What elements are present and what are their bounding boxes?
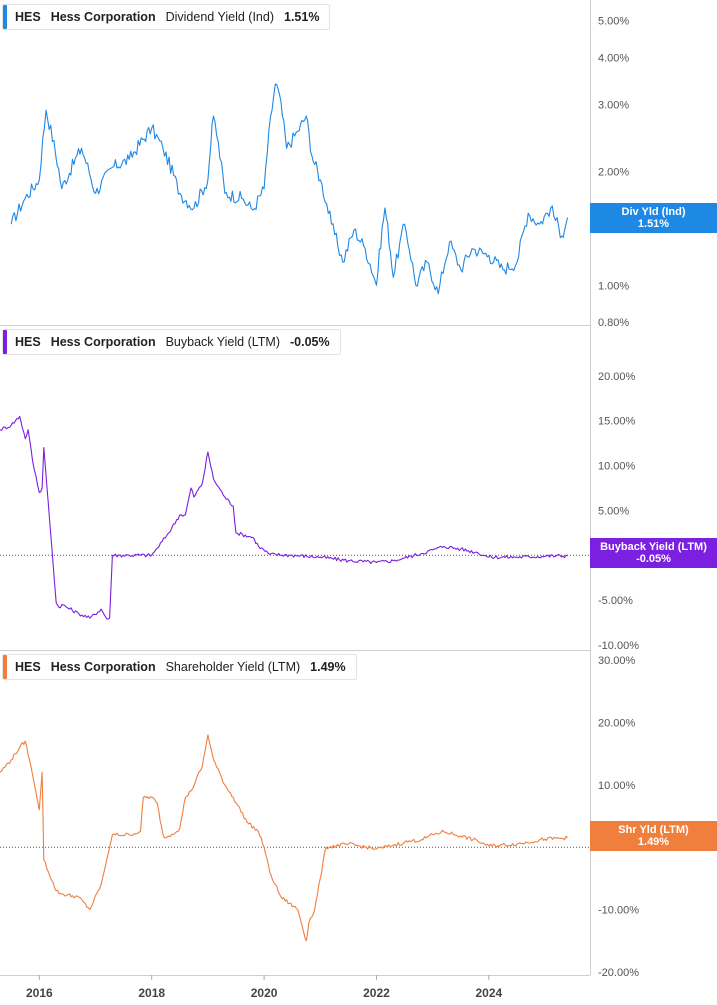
y-tick-label-3-6: -20.00% [598,967,639,979]
series-line-2 [0,415,568,620]
series-line-1 [10,83,569,295]
series-line-3 [0,734,568,942]
y-tick-label-1-5: 1.00% [598,280,629,292]
y-tick-label-2-6: -5.00% [598,595,633,607]
value-flag-label-3: Shr Yld (LTM) [618,824,689,836]
y-tick-label-2-3: 10.00% [598,461,636,473]
y-tick-label-2-4: 5.00% [598,505,629,517]
legend-swatch-2 [3,330,7,354]
x-tick-label-2: 2018 [138,986,165,1000]
legend-ticker-2: HES [15,335,41,349]
value-flag-label-1: Div Yld (Ind) [621,206,686,218]
x-tick-label-3: 2020 [251,986,278,1000]
value-flag-value-2: -0.05% [636,553,671,565]
legend-value-2: -0.05% [290,335,330,349]
y-tick-label-3-2: 20.00% [598,717,636,729]
x-tick-label-5: 2024 [476,986,503,1000]
y-tick-label-3-3: 10.00% [598,780,636,792]
legend-swatch-3 [3,655,7,679]
y-tick-label-3-5: -10.00% [598,905,639,917]
x-tick-label-1: 2016 [26,986,53,1000]
chart-canvas: 5.00% 4.00% 3.00% 2.00% 1.00% 0.80% 20.00% 15.0… [0,0,639,1000]
y-tick-label-1-4: 2.00% [598,166,629,178]
value-flag-shareholder-yield: Shr Yld (LTM) 1.49% [590,821,717,851]
value-flag-label-2: Buyback Yield (LTM) [600,541,707,553]
legend-company-1: Hess Corporation [50,10,156,24]
x-tick-label-4: 2022 [363,986,390,1000]
y-tick-label-2-2: 15.00% [598,416,636,428]
value-flag-dividend-yield: Div Yld (Ind) 1.51% [590,203,717,233]
y-tick-label-1-2: 4.00% [598,52,629,64]
value-flag-buyback-yield: Buyback Yield (LTM) -0.05% [590,538,717,568]
legend-panel-2: HES Hess Corporation Buyback Yield (LTM)… [2,329,341,355]
y-tick-label-3-1: 30.00% [598,655,636,667]
legend-swatch-1 [3,5,7,29]
legend-company-3: Hess Corporation [50,660,156,674]
y-tick-label-1-3: 3.00% [598,100,629,112]
y-tick-label-2-7: -10.00% [598,640,639,652]
legend-ticker-1: HES [15,10,41,24]
legend-metric-1: Dividend Yield (Ind) [165,10,274,24]
legend-company-2: Hess Corporation [50,335,156,349]
value-flag-value-1: 1.51% [637,218,670,230]
legend-panel-1: HES Hess Corporation Dividend Yield (Ind… [2,4,331,30]
legend-value-1: 1.51% [284,10,320,24]
legend-metric-2: Buyback Yield (LTM) [165,335,280,349]
legend-metric-3: Shareholder Yield (LTM) [165,660,301,674]
y-tick-label-2-1: 20.00% [598,371,636,383]
legend-panel-3: HES Hess Corporation Shareholder Yield (… [2,654,357,680]
legend-ticker-3: HES [15,660,41,674]
legend-value-3: 1.49% [310,660,346,674]
value-flag-value-3: 1.49% [637,836,670,848]
y-tick-label-1-1: 5.00% [598,16,629,28]
y-tick-label-1-6: 0.80% [598,317,629,329]
